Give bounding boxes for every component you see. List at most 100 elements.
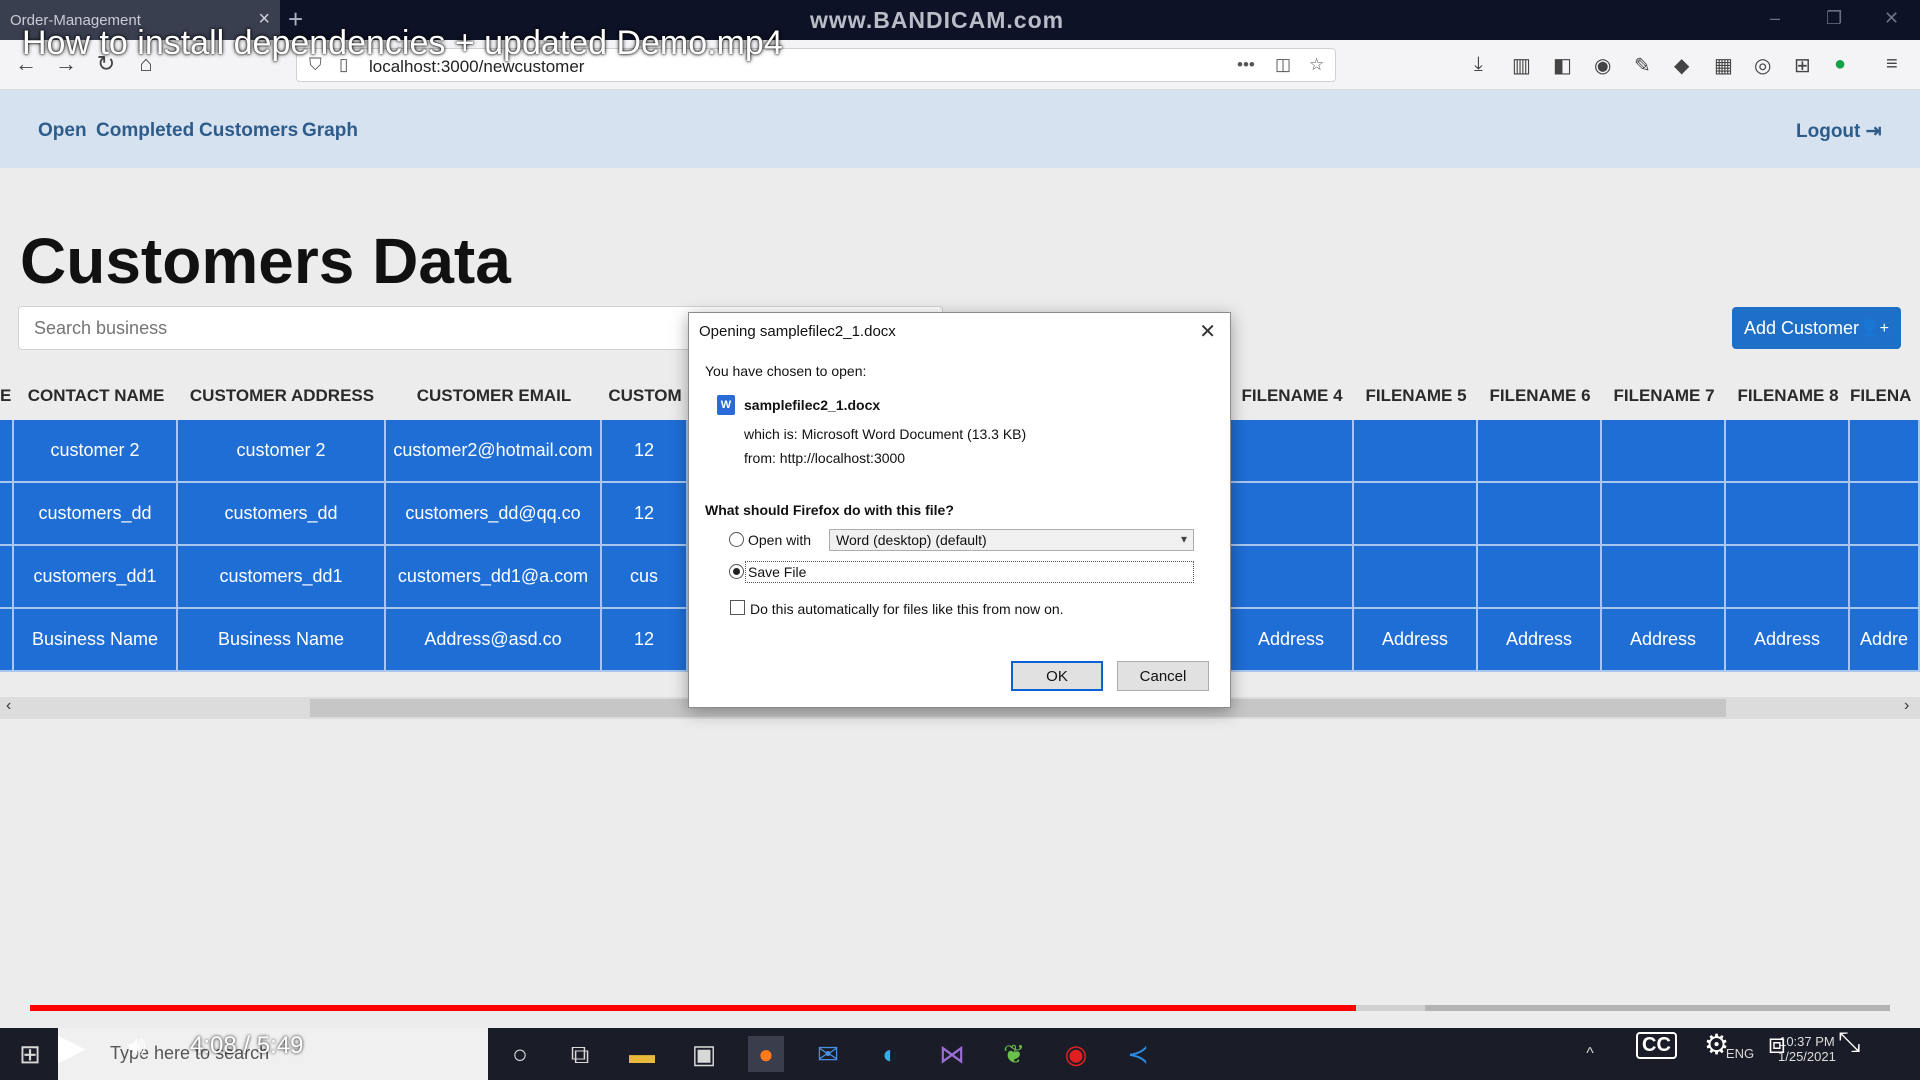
table-cell: customer 2 [178,420,386,483]
scroll-left-icon[interactable]: ‹ [6,697,11,715]
add-user-icon: 👤+ [1859,320,1889,337]
auto-checkbox-label[interactable]: Do this automatically for files like thi… [750,601,1064,617]
minimize-icon[interactable]: – [1770,8,1780,29]
window-close-icon[interactable]: ✕ [1884,8,1899,29]
downloads-icon[interactable]: ⤓ [1474,53,1483,76]
maximize-icon[interactable]: ❐ [1826,8,1842,29]
file-explorer-icon[interactable]: ▬ [624,1036,660,1072]
play-icon[interactable]: ▶ [58,1026,86,1068]
save-file-label[interactable]: Save File [748,564,806,580]
table-cell [1726,483,1850,546]
column-header[interactable]: FILENAME 5 [1354,372,1478,420]
chevron-down-icon: ▾ [1180,532,1187,546]
task-view-icon[interactable]: ⧉ [562,1036,598,1072]
table-cell [1230,546,1354,609]
table-cell [0,420,14,483]
table-cell [1602,546,1726,609]
windows-start-icon[interactable]: ⊞ [12,1036,48,1072]
dialog-question: What should Firefox do with this file? [705,502,954,518]
bookmark-star-icon[interactable]: ☆ [1309,55,1324,75]
miniplayer-icon[interactable]: ⧈ [1768,1028,1786,1061]
auto-checkbox[interactable] [730,600,745,615]
table-cell: Addre [1850,609,1920,672]
column-header[interactable]: CUSTOMER ADDRESS [178,372,386,420]
tray-chevron-icon[interactable]: ^ [1572,1036,1608,1072]
edge-icon[interactable]: ◐ [872,1036,908,1072]
bandicam-icon[interactable]: ◉ [1058,1036,1094,1072]
sidebar-icon[interactable]: ◧ [1553,53,1572,78]
taskbar-clock[interactable]: 10:37 PM 1/25/2021 [1778,1034,1836,1064]
table-cell: customers_dd@qq.co [386,483,602,546]
mail-icon[interactable]: ✉ [810,1036,846,1072]
column-header[interactable]: CONTACT NAME [14,372,178,420]
eyedropper-icon[interactable]: ✎ [1634,53,1651,78]
volume-icon[interactable]: 🔊︎ [128,1030,146,1063]
exit-fullscreen-icon[interactable]: ⤡ [1838,1026,1860,1059]
column-header[interactable]: CUSTOMER EMAIL [386,372,602,420]
scroll-right-icon[interactable]: › [1904,697,1909,715]
table-cell: Address [1478,609,1602,672]
nav-link-open[interactable]: Open [38,120,87,142]
clock-time: 10:37 PM [1779,1034,1835,1049]
open-with-label[interactable]: Open with [748,532,811,548]
chosen-text: You have chosen to open: [705,363,867,379]
ok-button[interactable]: OK [1011,661,1103,691]
store-icon[interactable]: ▣ [686,1036,722,1072]
column-header[interactable]: FILENAME 6 [1478,372,1602,420]
spring-tool-icon[interactable]: ❦ [996,1036,1032,1072]
video-progress-bar[interactable] [30,1005,1890,1011]
current-time: 4:08 [190,1032,237,1059]
visual-studio-icon[interactable]: ⋈ [934,1036,970,1072]
open-with-value: Word (desktop) (default) [836,532,987,548]
file-name: samplefilec2_1.docx [744,397,881,413]
time-separator: / [243,1032,251,1059]
table-cell [1850,483,1920,546]
grid-extension-icon[interactable]: ▦ [1714,53,1733,78]
table-cell [0,483,14,546]
column-header[interactable]: FILENAME 8 [1726,372,1850,420]
column-header[interactable]: FILENA [1850,372,1920,420]
menu-icon[interactable]: ≡ [1886,53,1898,76]
captions-icon[interactable]: CC [1636,1032,1677,1059]
add-customer-button[interactable]: Add Customer 👤+ [1732,307,1901,349]
table-cell: Address@asd.co [386,609,602,672]
pocket-icon[interactable]: ◫ [1275,55,1291,75]
library-icon[interactable]: ▥ [1512,53,1531,78]
cortana-icon[interactable]: ○ [502,1036,538,1072]
table-cell [1850,546,1920,609]
firefox-icon[interactable]: ● [748,1036,784,1072]
open-with-select[interactable]: Word (desktop) (default) ▾ [829,529,1194,551]
vscode-icon[interactable]: ≺ [1120,1036,1156,1072]
table-cell [1478,420,1602,483]
extension-icon[interactable]: ◆ [1674,53,1689,78]
column-header[interactable]: FILENAME 7 [1602,372,1726,420]
sync-icon[interactable]: ◎ [1754,53,1771,78]
more-actions-icon[interactable]: ••• [1237,55,1255,75]
settings-gear-icon[interactable]: ⚙ [1704,1028,1729,1061]
table-cell [1602,483,1726,546]
video-progress-fill [30,1005,1357,1011]
save-file-radio[interactable] [729,564,744,579]
table-cell: customers_dd [14,483,178,546]
open-with-radio[interactable] [729,532,744,547]
column-header[interactable]: FILENAME 4 [1230,372,1354,420]
logout-button[interactable]: Logout ⇥ [1796,120,1882,143]
reader-icon[interactable]: ⊞ [1794,53,1811,78]
nav-link-completed[interactable]: Completed [96,120,194,142]
column-header[interactable]: E [0,372,14,420]
table-cell: cus [602,546,688,609]
table-cell [1354,546,1478,609]
table-cell: 12 [602,420,688,483]
table-cell [1354,420,1478,483]
table-cell: customers_dd [178,483,386,546]
column-header[interactable]: CUSTOM [602,372,688,420]
table-cell: Business Name [178,609,386,672]
dialog-close-icon[interactable]: ✕ [1199,319,1216,344]
nav-link-graph[interactable]: Graph [302,120,358,142]
screen: Order-Management × + www.BANDICAM.com – … [0,0,1920,1080]
account-icon[interactable]: ◉ [1594,53,1611,78]
nav-link-customers[interactable]: Customers [199,120,298,142]
grammarly-icon[interactable]: ● [1834,53,1846,76]
cancel-button[interactable]: Cancel [1117,661,1209,691]
video-time: 4:08 / 5:49 [190,1032,303,1060]
